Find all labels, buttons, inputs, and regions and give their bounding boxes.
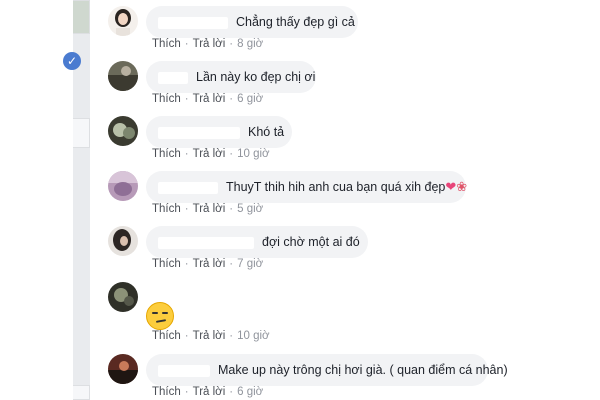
comment-actions: Thích · Trả lời · 8 giờ <box>152 38 263 50</box>
avatar[interactable] <box>108 116 138 146</box>
avatar[interactable] <box>108 6 138 36</box>
comment-bubble: đợi chờ một ai đó <box>146 226 368 258</box>
separator: · <box>184 258 189 270</box>
like-link[interactable]: Thích <box>152 258 181 270</box>
timestamp[interactable]: 8 giờ <box>237 38 263 50</box>
commenter-name-redacted[interactable] <box>158 16 228 29</box>
timestamp[interactable]: 10 giờ <box>237 148 269 160</box>
smirk-emoji-icon <box>146 302 174 330</box>
like-link[interactable]: Thích <box>152 386 181 398</box>
reply-link[interactable]: Trả lời <box>193 386 226 398</box>
separator: · <box>229 386 234 398</box>
separator: · <box>229 203 234 215</box>
separator: · <box>184 386 189 398</box>
separator: · <box>229 93 234 105</box>
reply-link[interactable]: Trả lời <box>193 93 226 105</box>
flower-icon: ❀ <box>456 179 468 194</box>
commenter-name-redacted[interactable] <box>158 364 210 377</box>
avatar[interactable] <box>108 61 138 91</box>
heart-icon: ❤ <box>445 179 457 194</box>
commenter-name-redacted[interactable] <box>158 71 188 84</box>
commenter-name-redacted[interactable] <box>158 181 218 194</box>
timestamp[interactable]: 6 giờ <box>237 93 263 105</box>
comment-text: Make up này trông chị hơi già. ( quan đi… <box>218 363 508 377</box>
commenter-name-redacted[interactable] <box>158 236 254 249</box>
comment-text: Chẳng thấy đẹp gì cả <box>236 15 355 29</box>
like-link[interactable]: Thích <box>152 330 181 342</box>
comment-text: ThuyT thih hih anh cua bạn quá xih đẹp <box>226 180 446 194</box>
comment-text: Khó tả <box>248 125 285 139</box>
panel-thumbnail[interactable] <box>73 385 90 400</box>
timestamp[interactable]: 10 giờ <box>237 330 269 342</box>
reply-link[interactable]: Trả lời <box>193 258 226 270</box>
comment-bubble: Make up này trông chị hơi già. ( quan đi… <box>146 354 508 386</box>
comment-text: đợi chờ một ai đó <box>262 235 360 249</box>
separator: · <box>184 93 189 105</box>
separator: · <box>184 38 189 50</box>
comment-bubble: ThuyT thih hih anh cua bạn quá xih đẹp❤❀ <box>146 171 468 203</box>
like-link[interactable]: Thích <box>152 203 181 215</box>
separator: · <box>229 330 234 342</box>
comment-actions: Thích · Trả lời · 10 giờ <box>152 330 270 342</box>
separator: · <box>229 38 234 50</box>
separator: · <box>184 203 189 215</box>
avatar[interactable] <box>108 171 138 201</box>
timestamp[interactable]: 7 giờ <box>237 258 263 270</box>
comment-bubble: Khó tả <box>146 116 292 148</box>
avatar[interactable] <box>108 354 138 384</box>
reply-link[interactable]: Trả lời <box>193 38 226 50</box>
like-link[interactable]: Thích <box>152 38 181 50</box>
comment-actions: Thích · Trả lời · 7 giờ <box>152 258 263 270</box>
like-link[interactable]: Thích <box>152 148 181 160</box>
comment-actions: Thích · Trả lời · 10 giờ <box>152 148 270 160</box>
comment-text: Lần này ko đẹp chị ơi <box>196 70 316 84</box>
reply-link[interactable]: Trả lời <box>193 148 226 160</box>
like-link[interactable]: Thích <box>152 93 181 105</box>
reply-link[interactable]: Trả lời <box>193 330 226 342</box>
comment-actions: Thích · Trả lời · 6 giờ <box>152 386 263 398</box>
comment-bubble: Chẳng thấy đẹp gì cả <box>146 6 358 38</box>
commenter-name-redacted[interactable] <box>158 126 240 139</box>
separator: · <box>229 258 234 270</box>
comment-actions: Thích · Trả lời · 5 giờ <box>152 203 263 215</box>
verified-check-icon: ✓ <box>63 52 81 70</box>
comment-bubble: Lần này ko đẹp chị ơi <box>146 61 316 93</box>
timestamp[interactable]: 6 giờ <box>237 386 263 398</box>
panel-thumbnail[interactable] <box>73 118 90 148</box>
separator: · <box>184 330 189 342</box>
avatar[interactable] <box>108 226 138 256</box>
comment-actions: Thích · Trả lời · 6 giờ <box>152 93 263 105</box>
panel-thumbnail[interactable] <box>73 0 90 34</box>
timestamp[interactable]: 5 giờ <box>237 203 263 215</box>
separator: · <box>229 148 234 160</box>
avatar[interactable] <box>108 282 138 312</box>
reply-link[interactable]: Trả lời <box>193 203 226 215</box>
separator: · <box>184 148 189 160</box>
